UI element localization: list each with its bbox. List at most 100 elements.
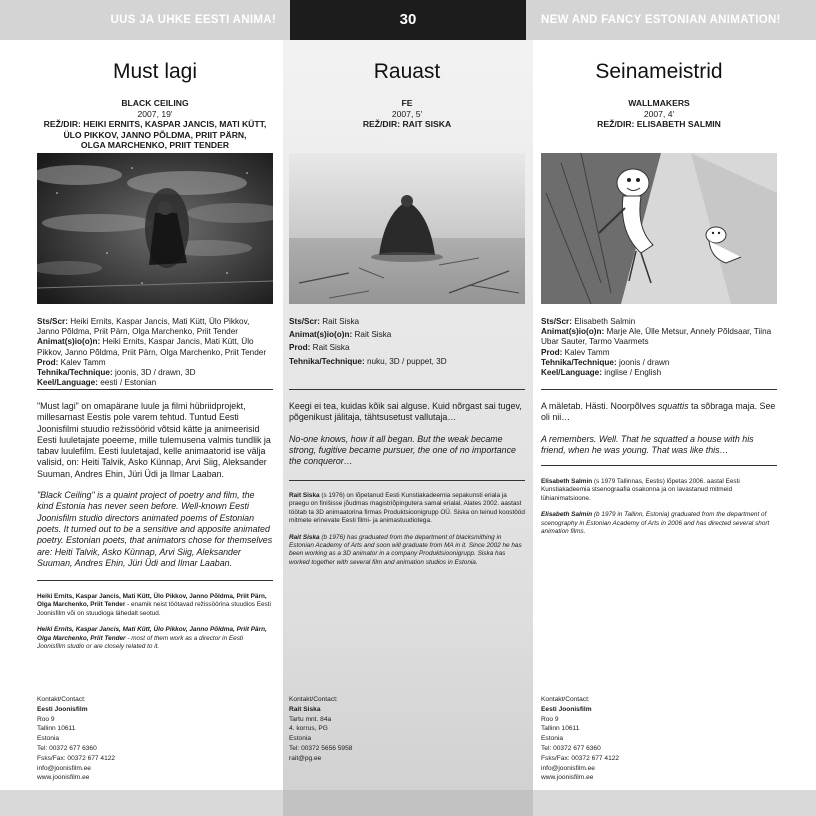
header-left-text: UUS JA UHKE EESTI ANIMA! bbox=[110, 14, 276, 26]
bio-estonian: Heiki Ernits, Kaspar Jancis, Mati Kütt, … bbox=[37, 593, 273, 618]
contact-line: Tel: 00372 677 6360 bbox=[37, 744, 97, 752]
contact-name: Eesti Joonisfilm bbox=[541, 705, 592, 713]
film-credits: Sts/Scr: Heiki Ernits, Kaspar Jancis, Ma… bbox=[37, 317, 273, 388]
contact-line: Tartu mnt. 84a bbox=[289, 715, 332, 723]
synopsis-english: "Black Ceiling" is a quaint project of p… bbox=[37, 490, 273, 568]
contact-line: Tallinn 10611 bbox=[37, 725, 76, 733]
credit-label: Sts/Scr: bbox=[289, 317, 320, 326]
synopsis-estonian: A mäletab. Hästi. Noorpõlves squattis ta… bbox=[541, 401, 777, 424]
film-title: Must lagi bbox=[112, 60, 198, 83]
contact-block: Kontakt/Contact: Eesti Joonisfilm Roo 9 … bbox=[37, 695, 273, 783]
director-bio: Heiki Ernits, Kaspar Jancis, Mati Kütt, … bbox=[37, 593, 273, 659]
bio-text: (b 1976) has graduated from the departme… bbox=[289, 533, 522, 566]
synopsis-english: No-one knows, how it all began. But the … bbox=[289, 433, 516, 467]
bio-english: Rait Siska (b 1976) has graduated from t… bbox=[289, 534, 525, 568]
credit-value: Kalev Tamm bbox=[564, 347, 610, 357]
section-divider bbox=[37, 580, 273, 581]
contact-line: Tel: 00372 5656 5958 bbox=[289, 744, 353, 752]
film-director-line: OLGA MARCHENKO, PRIIT TENDER bbox=[80, 140, 230, 150]
bio-name: Rait Siska bbox=[289, 492, 320, 499]
section-divider bbox=[289, 389, 525, 390]
credit-label: Sts/Scr: bbox=[37, 317, 68, 326]
credit-row: Sts/Scr: Heiki Ernits, Kaspar Jancis, Ma… bbox=[37, 317, 273, 337]
contact-label: Kontakt/Contact: bbox=[289, 696, 338, 703]
credit-value: Rait Siska bbox=[354, 330, 392, 340]
film-still-image bbox=[541, 153, 777, 304]
synopsis-emphasis: squattis bbox=[657, 401, 689, 411]
contact-line: Fsks/Fax: 00372 677 4122 bbox=[541, 754, 620, 762]
bio-estonian: Elisabeth Salmin (s 1979 Tallinnas, Eest… bbox=[541, 478, 777, 503]
credit-value: nuku, 3D / puppet, 3D bbox=[366, 356, 447, 366]
synopsis-text: A mäletab. Hästi. Noorpõlves bbox=[541, 401, 658, 411]
contact-line: Roo 9 bbox=[541, 715, 559, 723]
credit-row: Animat(s)io(o)n: Marje Ale, Ülle Metsur,… bbox=[541, 327, 777, 347]
film-english-title: WALLMAKERS bbox=[628, 98, 690, 108]
film-director-line: REŽ/DIR: RAIT SISKA bbox=[362, 119, 452, 129]
film-english-title: FE bbox=[401, 98, 413, 108]
bio-name: Elisabeth Salmin bbox=[541, 478, 593, 485]
film-director-line: ÜLO PIKKOV, JANNO PÕLDMA, PRIIT PÄRN, bbox=[63, 129, 247, 140]
contact-line: Tallinn 10611 bbox=[541, 725, 580, 733]
film-director-line: REŽ/DIR: ELISABETH SALMIN bbox=[597, 119, 721, 129]
section-divider bbox=[37, 389, 273, 390]
contact-line: Estonia bbox=[289, 735, 311, 743]
contact-block: Kontakt/Contact: Eesti Joonisfilm Roo 9 … bbox=[541, 695, 777, 783]
section-divider bbox=[541, 465, 777, 466]
credit-row: Tehnika/Technique: joonis / drawn bbox=[541, 358, 777, 368]
credit-label: Tehnika/Technique: bbox=[289, 356, 365, 366]
contact-name: Eesti Joonisfilm bbox=[37, 705, 88, 713]
credit-value: Heiki Ernits, Kaspar Jancis, Mati Kütt, … bbox=[37, 317, 250, 337]
credit-value: Rait Siska bbox=[312, 343, 350, 353]
contact-line: www.joonisfilm.ee bbox=[541, 774, 594, 782]
film-meta: BLACK CEILING 2007, 19' REŽ/DIR: HEIKI E… bbox=[37, 98, 273, 151]
credit-label: Animat(s)io(o)n: bbox=[289, 330, 353, 340]
credit-label: Animat(s)io(o)n: bbox=[541, 327, 605, 337]
credit-label: Animat(s)io(o)n: bbox=[37, 337, 101, 347]
credit-row: Animat(s)io(o)n: Rait Siska bbox=[289, 330, 525, 340]
header-left-band: UUS JA UHKE EESTI ANIMA! bbox=[0, 0, 290, 40]
director-bio: Elisabeth Salmin (s 1979 Tallinnas, Eest… bbox=[541, 478, 777, 544]
credit-row: Keel/Language: eesti / Estonian bbox=[37, 378, 273, 388]
credit-value: inglise / English bbox=[604, 368, 662, 378]
synopsis-english: A remembers. Well. That he squatted a ho… bbox=[541, 433, 754, 455]
credit-label: Keel/Language: bbox=[37, 378, 98, 388]
credit-row: Tehnika/Technique: nuku, 3D / puppet, 3D bbox=[289, 357, 525, 367]
credit-row: Sts/Scr: Elisabeth Salmin bbox=[541, 317, 777, 327]
credit-label: Tehnika/Technique: bbox=[541, 357, 617, 367]
bio-text: (s 1976) on lõpetanud Eesti Kunstiakadee… bbox=[289, 492, 525, 525]
credit-label: Sts/Scr: bbox=[541, 317, 572, 326]
film-meta: WALLMAKERS 2007, 4' REŽ/DIR: ELISABETH S… bbox=[541, 98, 777, 130]
credit-value: joonis / drawn bbox=[618, 357, 670, 367]
contact-line: 4. korrus, PG bbox=[289, 725, 328, 733]
bio-name: Elisabeth Salmin bbox=[541, 511, 593, 519]
film-still-image bbox=[37, 153, 273, 304]
credit-value: Rait Siska bbox=[322, 317, 360, 326]
credit-row: Animat(s)io(o)n: Heiki Ernits, Kaspar Ja… bbox=[37, 337, 273, 357]
credit-value: joonis, 3D / drawn, 3D bbox=[114, 368, 196, 378]
contact-block: Kontakt/Contact: Rait Siska Tartu mnt. 8… bbox=[289, 695, 525, 764]
credit-value: eesti / Estonian bbox=[100, 378, 157, 388]
film-year: 2007, 5' bbox=[391, 108, 423, 119]
credit-row: Prod: Kalev Tamm bbox=[37, 358, 273, 368]
credit-value: Kalev Tamm bbox=[60, 357, 106, 367]
film-year: 2007, 19' bbox=[137, 108, 173, 119]
contact-line: Tel: 00372 677 6360 bbox=[541, 744, 601, 752]
bio-english: Elisabeth Salmin (b 1979 in Tallinn, Est… bbox=[541, 511, 777, 536]
synopsis-estonian: "Must lagi" on omapärane luule ja filmi … bbox=[37, 401, 271, 479]
contact-line: info@joonisfilm.ee bbox=[541, 764, 595, 772]
credit-row: Prod: Rait Siska bbox=[289, 343, 525, 353]
credit-label: Prod: bbox=[541, 347, 563, 357]
credit-row: Sts/Scr: Rait Siska bbox=[289, 317, 525, 327]
film-synopsis: A mäletab. Hästi. Noorpõlves squattis ta… bbox=[541, 401, 777, 466]
contact-line: Estonia bbox=[541, 735, 563, 743]
film-title: Seinameistrid bbox=[595, 60, 723, 83]
film-title: Rauast bbox=[373, 60, 441, 83]
credit-row: Keel/Language: inglise / English bbox=[541, 368, 777, 378]
credit-label: Prod: bbox=[37, 357, 59, 367]
contact-line: Fsks/Fax: 00372 677 4122 bbox=[37, 754, 116, 762]
page-number: 30 bbox=[399, 11, 417, 28]
film-director-line: REŽ/DIR: HEIKI ERNITS, KASPAR JANCIS, MA… bbox=[43, 119, 267, 129]
film-english-title: BLACK CEILING bbox=[121, 98, 189, 108]
contact-label: Kontakt/Contact: bbox=[37, 696, 86, 703]
section-divider bbox=[541, 389, 777, 390]
